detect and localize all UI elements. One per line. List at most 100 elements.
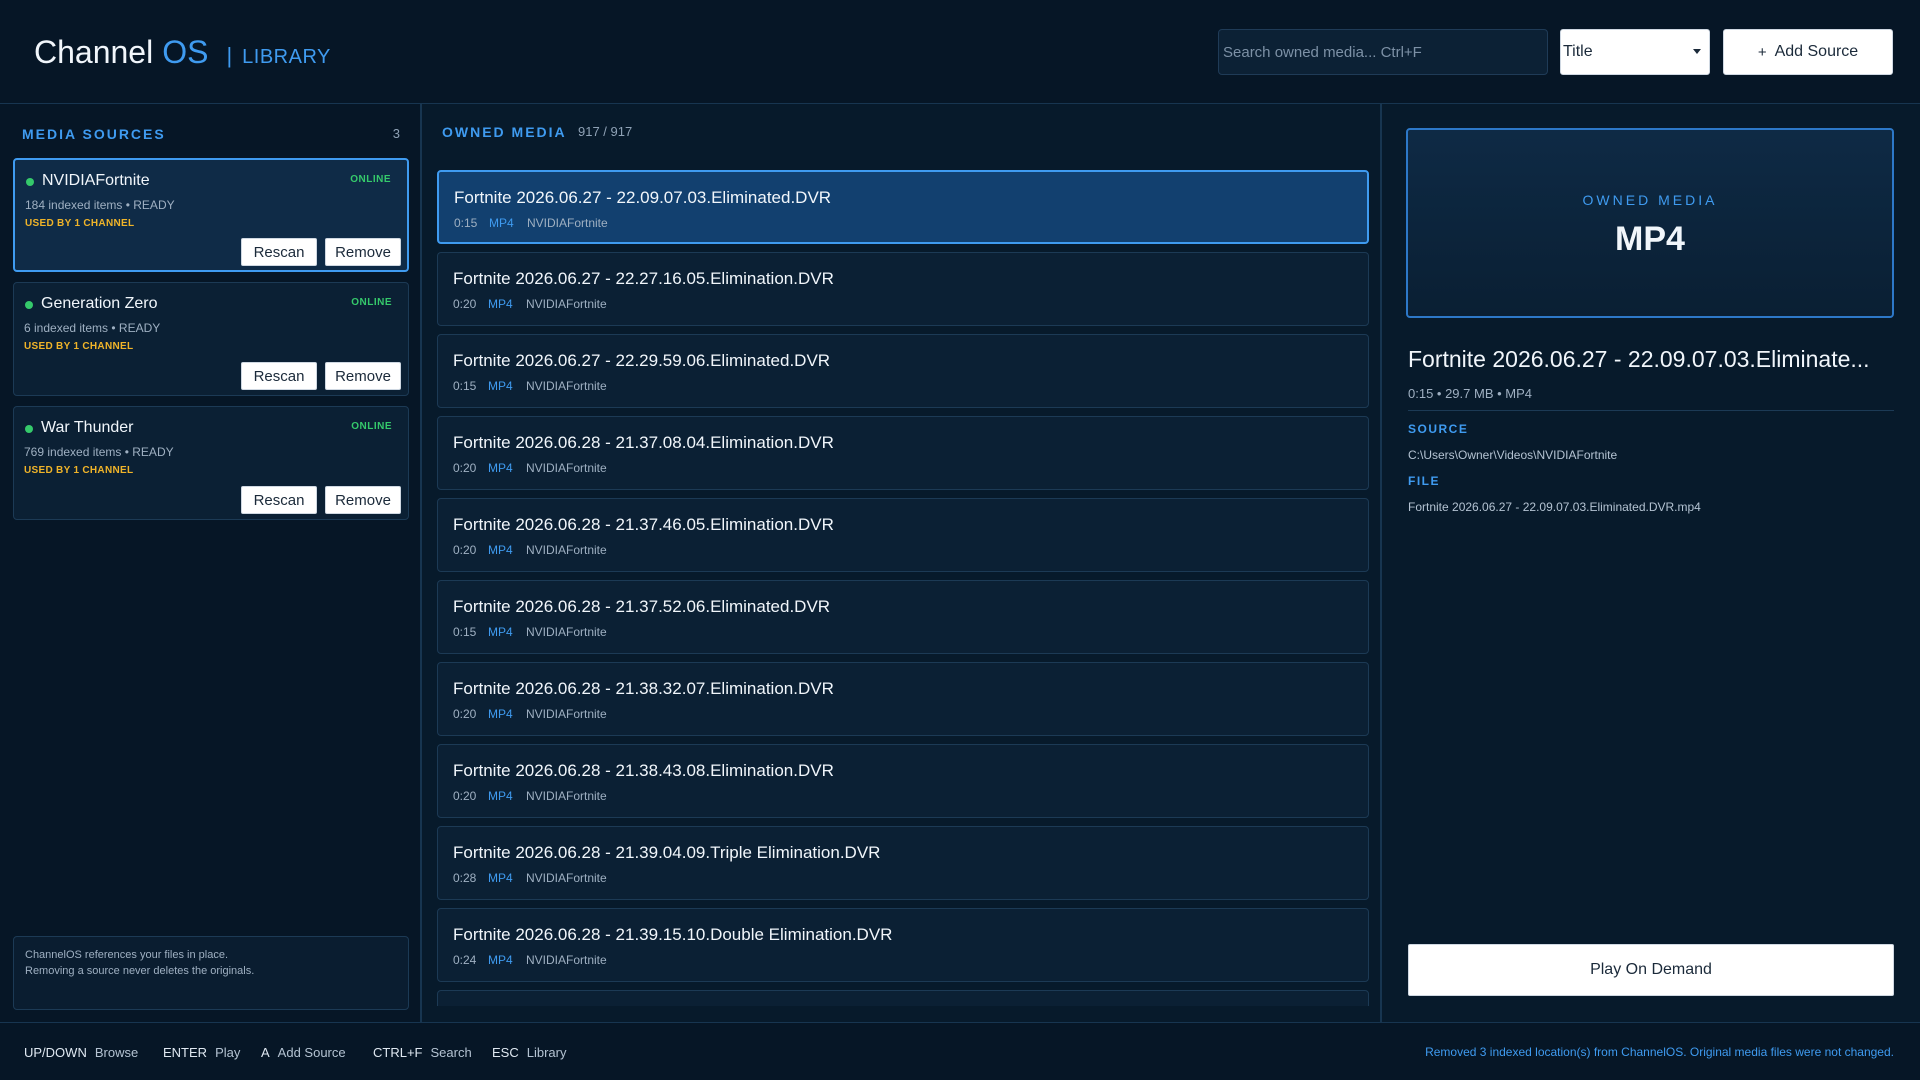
status-dot-icon <box>25 301 33 309</box>
file-name: Fortnite 2026.06.27 - 22.09.07.03.Elimin… <box>1408 500 1701 514</box>
list-item[interactable]: Fortnite 2026.06.27 - 22.09.07.03.Elimin… <box>437 170 1369 244</box>
hint-label: Browse <box>94 1045 139 1060</box>
media-duration: 0:20 <box>453 461 477 475</box>
hint-label: Add Source <box>277 1045 346 1060</box>
media-format: MP4 <box>488 543 513 557</box>
media-format: MP4 <box>488 379 513 393</box>
preview-label: OWNED MEDIA <box>1582 192 1718 208</box>
media-duration: 0:20 <box>453 707 477 721</box>
hint-label: Play <box>215 1045 241 1060</box>
list-item[interactable]: Fortnite 2026.06.28 - 21.37.46.05.Elimin… <box>437 498 1369 572</box>
hint-key: ENTER <box>163 1045 208 1060</box>
brand-separator: | <box>226 43 233 68</box>
panel-title: MEDIA SOURCES <box>22 126 166 142</box>
detail-meta: 0:15 • 29.7 MB • MP4 <box>1408 386 1532 401</box>
media-source: NVIDIAFortnite <box>526 789 607 803</box>
list-item[interactable]: Fortnite 2026.06.28 - 21.37.08.04.Elimin… <box>437 416 1369 490</box>
search-placeholder: Search owned media... Ctrl+F <box>1223 43 1422 61</box>
hint-browse: UP/DOWN Browse <box>24 1045 138 1060</box>
list-item[interactable]: Fortnite 2026.06.27 - 22.27.16.05.Elimin… <box>437 252 1369 326</box>
source-name: NVIDIAFortnite <box>42 172 150 189</box>
file-label: FILE <box>1408 474 1440 488</box>
preview-format: MP4 <box>1615 220 1685 258</box>
media-source: NVIDIAFortnite <box>526 953 607 967</box>
media-title: Fortnite 2026.06.27 - 22.09.07.03.Elimin… <box>454 188 832 207</box>
media-format: MP4 <box>488 953 513 967</box>
list-item[interactable] <box>437 990 1369 1006</box>
media-format: MP4 <box>488 707 513 721</box>
media-source: NVIDIAFortnite <box>526 871 607 885</box>
hint-search: CTRL+F Search <box>373 1045 472 1060</box>
media-title: Fortnite 2026.06.28 - 21.39.15.10.Double… <box>453 925 893 944</box>
brand-name: Channel <box>34 34 154 70</box>
list-item[interactable]: Fortnite 2026.06.28 - 21.37.52.06.Elimin… <box>437 580 1369 654</box>
media-duration: 0:15 <box>454 216 478 230</box>
source-meta: 184 indexed items • READY <box>25 198 175 212</box>
usage-badge: USED BY 1 CHANNEL <box>25 218 135 229</box>
media-source: NVIDIAFortnite <box>526 707 607 721</box>
status-dot-icon <box>25 425 33 433</box>
media-title: Fortnite 2026.06.28 - 21.39.04.09.Triple… <box>453 843 881 862</box>
hint-library: ESC Library <box>492 1045 566 1060</box>
media-sources-panel: MEDIA SOURCES 3 NVIDIAFortnite ONLINE 18… <box>0 104 422 1022</box>
media-format: MP4 <box>489 216 514 230</box>
media-source: NVIDIAFortnite <box>526 625 607 639</box>
app-header: Channel OS | LIBRARY Search owned media.… <box>0 0 1920 104</box>
source-name: Generation Zero <box>41 295 158 312</box>
hint-play: ENTER Play <box>163 1045 240 1060</box>
play-on-demand-button[interactable]: Play On Demand <box>1408 944 1894 996</box>
media-format: MP4 <box>488 625 513 639</box>
status-badge: ONLINE <box>351 297 392 308</box>
media-count: 917 / 917 <box>578 124 633 139</box>
sort-select[interactable]: Title <box>1560 29 1710 75</box>
list-item[interactable]: Fortnite 2026.06.28 - 21.38.32.07.Elimin… <box>437 662 1369 736</box>
owned-media-panel: OWNED MEDIA 917 / 917 Fortnite 2026.06.2… <box>424 104 1382 1022</box>
section-title: LIBRARY <box>242 46 331 68</box>
source-count: 3 <box>392 126 400 141</box>
source-card-nvidiafortnite[interactable]: NVIDIAFortnite ONLINE 184 indexed items … <box>13 158 409 272</box>
list-item[interactable]: Fortnite 2026.06.28 - 21.39.04.09.Triple… <box>437 826 1369 900</box>
chevron-down-icon <box>1693 49 1701 54</box>
list-item[interactable]: Fortnite 2026.06.28 - 21.38.43.08.Elimin… <box>437 744 1369 818</box>
media-source: NVIDIAFortnite <box>526 543 607 557</box>
source-card-generation-zero[interactable]: Generation Zero ONLINE 6 indexed items •… <box>13 282 409 396</box>
media-title: Fortnite 2026.06.28 - 21.37.52.06.Elimin… <box>453 597 831 616</box>
media-duration: 0:15 <box>453 625 477 639</box>
media-source: NVIDIAFortnite <box>526 461 607 475</box>
source-card-war-thunder[interactable]: War Thunder ONLINE 769 indexed items • R… <box>13 406 409 520</box>
hint-key: A <box>261 1045 270 1060</box>
hint-label: Library <box>526 1045 567 1060</box>
media-format: MP4 <box>488 297 513 311</box>
media-format: MP4 <box>488 789 513 803</box>
media-title: Fortnite 2026.06.27 - 22.29.59.06.Elimin… <box>453 351 831 370</box>
usage-badge: USED BY 1 CHANNEL <box>24 341 134 352</box>
media-source: NVIDIAFortnite <box>526 297 607 311</box>
source-name: War Thunder <box>41 419 134 436</box>
remove-button[interactable]: Remove <box>325 238 401 266</box>
list-item[interactable]: Fortnite 2026.06.28 - 21.39.15.10.Double… <box>437 908 1369 982</box>
media-title: Fortnite 2026.06.28 - 21.38.32.07.Elimin… <box>453 679 834 698</box>
info-note: ChannelOS references your files in place… <box>13 936 409 1010</box>
media-title: Fortnite 2026.06.28 - 21.37.46.05.Elimin… <box>453 515 834 534</box>
add-source-button[interactable]: + Add Source <box>1723 29 1893 75</box>
media-format: MP4 <box>488 871 513 885</box>
footer-bar: UP/DOWN Browse ENTER Play A Add Source CTRL… <box>0 1022 1920 1080</box>
remove-button[interactable]: Remove <box>325 486 401 514</box>
media-duration: 0:20 <box>453 297 477 311</box>
media-duration: 0:28 <box>453 871 477 885</box>
media-detail-panel: OWNED MEDIA MP4 Fortnite 2026.06.27 - 22… <box>1384 104 1920 1022</box>
brand-os: OS <box>162 34 209 70</box>
media-duration: 0:20 <box>453 543 477 557</box>
rescan-button[interactable]: Rescan <box>241 362 317 390</box>
rescan-button[interactable]: Rescan <box>241 486 317 514</box>
rescan-button[interactable]: Rescan <box>241 238 317 266</box>
remove-button[interactable]: Remove <box>325 362 401 390</box>
search-input[interactable]: Search owned media... Ctrl+F <box>1218 29 1548 75</box>
hint-key: ESC <box>492 1045 519 1060</box>
status-dot-icon <box>26 178 34 186</box>
list-item[interactable]: Fortnite 2026.06.27 - 22.29.59.06.Elimin… <box>437 334 1369 408</box>
media-list[interactable]: Fortnite 2026.06.27 - 22.09.07.03.Elimin… <box>437 166 1369 1006</box>
media-title: Fortnite 2026.06.28 - 21.37.08.04.Elimin… <box>453 433 834 452</box>
media-title: Fortnite 2026.06.27 - 22.27.16.05.Elimin… <box>453 269 834 288</box>
media-duration: 0:20 <box>453 789 477 803</box>
